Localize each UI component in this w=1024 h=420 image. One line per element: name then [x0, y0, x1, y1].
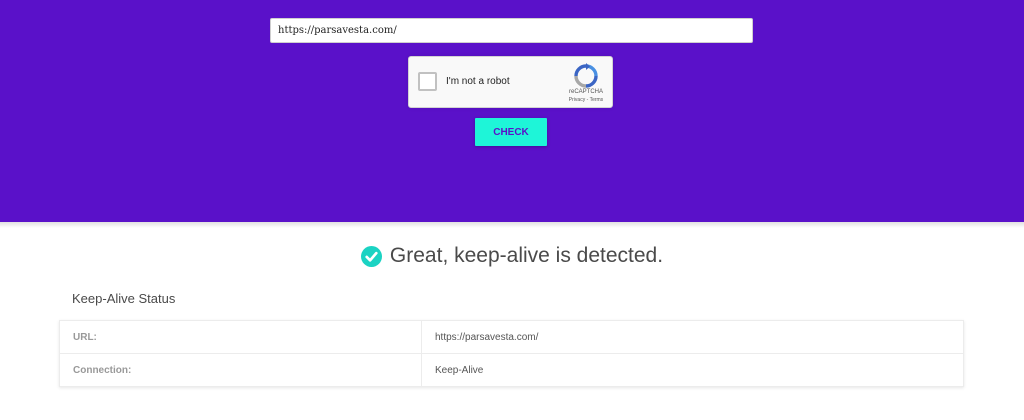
recaptcha-checkbox[interactable]: [418, 72, 437, 91]
url-input[interactable]: [270, 18, 753, 43]
check-circle-icon: [360, 245, 382, 267]
recaptcha-brand: reCAPTCHA: [568, 89, 603, 95]
hero-shadow: [0, 222, 1024, 228]
recaptcha-widget: I'm not a robot reCAPTCHA Privacy - Term…: [408, 56, 613, 108]
recaptcha-logo-icon: [574, 63, 598, 88]
result-message: Great, keep-alive is detected.: [389, 244, 664, 267]
status-table: URL: https://parsavesta.com/ Connection:…: [59, 320, 964, 387]
table-row: URL: https://parsavesta.com/: [59, 320, 964, 354]
recaptcha-privacy-link[interactable]: Privacy: [569, 97, 585, 103]
connection-label: Connection:: [59, 353, 422, 387]
hero-banner: I'm not a robot reCAPTCHA Privacy - Term…: [0, 0, 1024, 222]
recaptcha-links: Privacy - Terms: [559, 97, 613, 103]
recaptcha-terms-link[interactable]: Terms: [590, 97, 604, 103]
connection-value: Keep-Alive: [421, 353, 964, 387]
check-button[interactable]: CHECK: [475, 118, 547, 146]
url-value: https://parsavesta.com/: [421, 320, 964, 354]
result-banner: Great, keep-alive is detected.: [0, 240, 1024, 272]
url-label: URL:: [59, 320, 422, 354]
recaptcha-label: I'm not a robot: [446, 76, 510, 87]
status-section-title: Keep-Alive Status: [72, 291, 176, 306]
table-row: Connection: Keep-Alive: [59, 353, 964, 387]
